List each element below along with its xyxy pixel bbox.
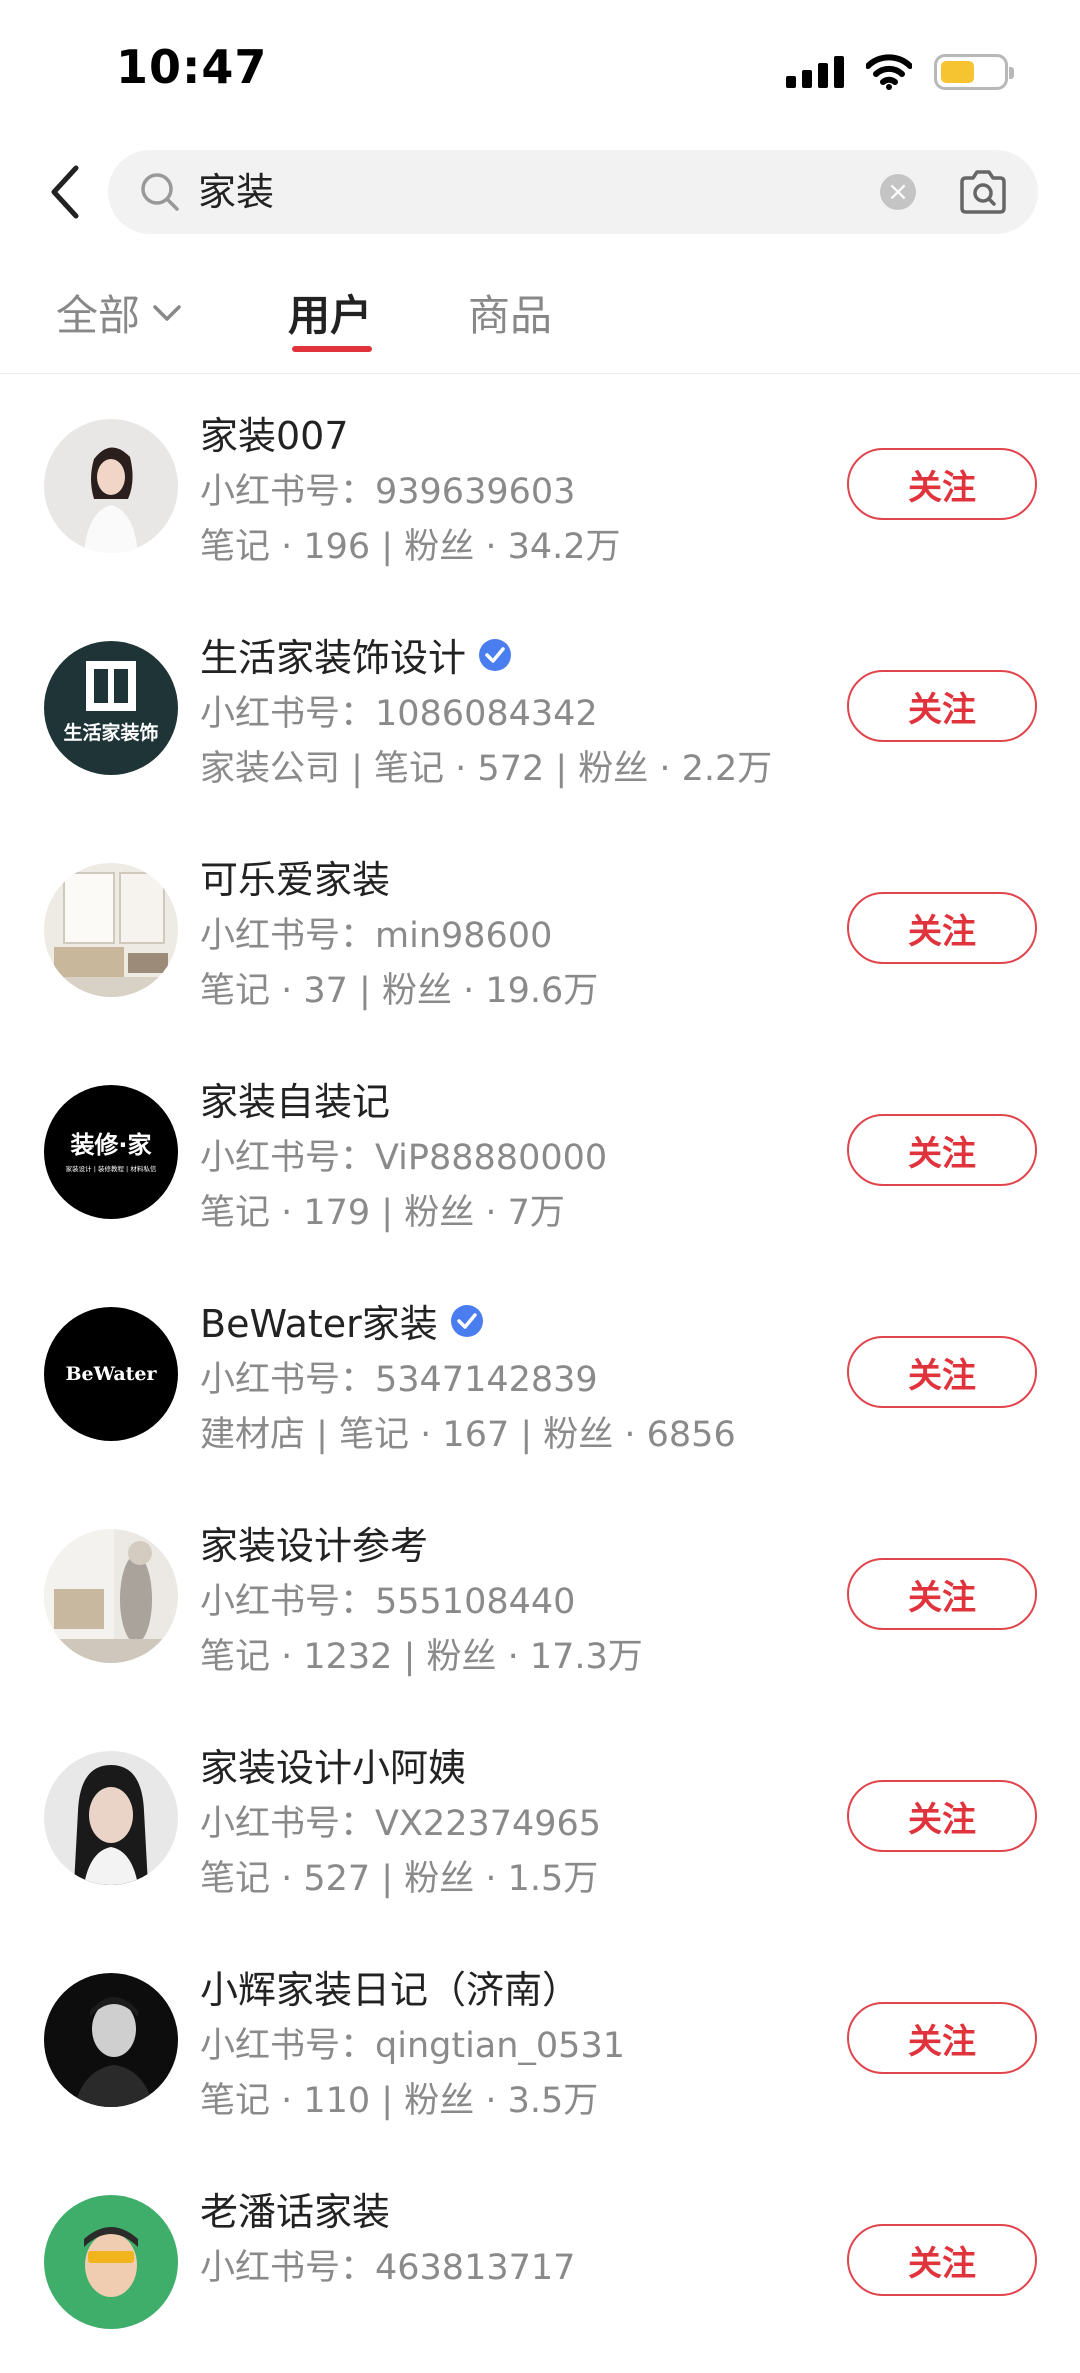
- avatar[interactable]: 装修·家 家装设计 | 装修教程 | 材料私信: [44, 1085, 178, 1219]
- avatar[interactable]: [44, 863, 178, 997]
- user-name-text: BeWater家装: [200, 1302, 438, 1346]
- camera-icon[interactable]: [958, 168, 1008, 216]
- search-header: 家装 ×: [0, 140, 1080, 242]
- avatar[interactable]: [44, 1973, 178, 2107]
- user-name: 生活家装饰设计: [200, 627, 512, 682]
- user-name: 家装自装记: [200, 1071, 390, 1126]
- user-id: 小红书号：939639603: [200, 472, 576, 512]
- tab-goods[interactable]: 商品: [468, 282, 552, 343]
- search-tabs: 全部 用户 商品: [0, 262, 1080, 374]
- user-id: 小红书号：qingtian_0531: [200, 2026, 625, 2066]
- list-item[interactable]: 家装007 小红书号：939639603 笔记 · 196 | 粉丝 · 34.…: [0, 375, 1080, 597]
- user-stats: 笔记 · 110 | 粉丝 · 3.5万: [200, 2081, 599, 2121]
- avatar-text: 装修·家: [70, 1131, 151, 1159]
- tab-users[interactable]: 用户: [288, 282, 372, 343]
- user-id: 小红书号：1086084342: [200, 694, 598, 734]
- active-tab-indicator: [292, 346, 372, 352]
- follow-button[interactable]: 关注: [847, 670, 1037, 742]
- user-stats: 笔记 · 1232 | 粉丝 · 17.3万: [200, 1637, 643, 1677]
- avatar-text: 生活家装饰: [63, 721, 158, 744]
- list-item[interactable]: 家装设计参考 小红书号：555108440 笔记 · 1232 | 粉丝 · 1…: [0, 1485, 1080, 1707]
- user-stats: 建材店 | 笔记 · 167 | 粉丝 · 6856: [200, 1415, 736, 1455]
- user-stats: 笔记 · 196 | 粉丝 · 34.2万: [200, 527, 621, 567]
- user-name-text: 生活家装饰设计: [200, 636, 467, 680]
- status-icons: [786, 50, 1014, 94]
- avatar[interactable]: [44, 2195, 178, 2329]
- user-id: 小红书号：463813717: [200, 2248, 576, 2288]
- status-bar: 10:47: [0, 0, 1080, 140]
- avatar-text: BeWater: [65, 1363, 157, 1385]
- verified-icon: [479, 638, 512, 671]
- user-name: 家装007: [200, 405, 349, 460]
- avatar-subtext: 家装设计 | 装修教程 | 材料私信: [66, 1164, 157, 1173]
- follow-button[interactable]: 关注: [847, 1780, 1037, 1852]
- verified-icon: [450, 1304, 483, 1337]
- tab-all[interactable]: 全部: [56, 282, 182, 343]
- user-name: 可乐爱家装: [200, 849, 390, 904]
- user-name: BeWater家装: [200, 1293, 484, 1348]
- follow-button[interactable]: 关注: [847, 448, 1037, 520]
- user-name-text: 老潘话家装: [200, 2190, 391, 2234]
- user-name-text: 家装自装记: [200, 1080, 391, 1124]
- follow-button[interactable]: 关注: [847, 1336, 1037, 1408]
- chevron-down-icon: [153, 304, 181, 321]
- list-item[interactable]: 可乐爱家装 小红书号：min98600 笔记 · 37 | 粉丝 · 19.6万…: [0, 819, 1080, 1041]
- avatar[interactable]: [44, 1751, 178, 1885]
- user-stats: 笔记 · 37 | 粉丝 · 19.6万: [200, 971, 599, 1011]
- avatar[interactable]: [44, 1529, 178, 1663]
- tab-all-label: 全部: [56, 291, 141, 340]
- user-stats: 笔记 · 179 | 粉丝 · 7万: [200, 1193, 565, 1233]
- user-name-text: 家装007: [200, 414, 349, 458]
- avatar[interactable]: [44, 419, 178, 553]
- user-id: 小红书号：min98600: [200, 916, 553, 956]
- user-id: 小红书号：5347142839: [200, 1360, 598, 1400]
- back-icon: [51, 165, 79, 219]
- user-id: 小红书号：555108440: [200, 1582, 576, 1622]
- follow-button[interactable]: 关注: [847, 1114, 1037, 1186]
- search-input[interactable]: 家装: [198, 150, 274, 234]
- follow-button[interactable]: 关注: [847, 892, 1037, 964]
- list-item[interactable]: 装修·家 家装设计 | 装修教程 | 材料私信 家装自装记 小红书号：ViP88…: [0, 1041, 1080, 1263]
- user-name-text: 小辉家装日记（济南）: [200, 1968, 581, 2012]
- user-name: 家装设计小阿姨: [200, 1737, 466, 1792]
- search-icon: [141, 173, 179, 211]
- wifi-icon: [866, 54, 912, 90]
- user-list: 家装007 小红书号：939639603 笔记 · 196 | 粉丝 · 34.…: [0, 375, 1080, 2373]
- user-name: 小辉家装日记（济南）: [200, 1959, 580, 2014]
- list-item[interactable]: 生活家装饰 生活家装饰设计 小红书号：1086084342 家装公司 | 笔记 …: [0, 597, 1080, 819]
- user-stats: 笔记 · 527 | 粉丝 · 1.5万: [200, 1859, 599, 1899]
- list-item[interactable]: BeWater BeWater家装 小红书号：5347142839 建材店 | …: [0, 1263, 1080, 1485]
- user-id: 小红书号：VX22374965: [200, 1804, 602, 1844]
- list-item[interactable]: 小辉家装日记（济南） 小红书号：qingtian_0531 笔记 · 110 |…: [0, 1929, 1080, 2151]
- user-name: 老潘话家装: [200, 2181, 390, 2236]
- user-name-text: 家装设计参考: [200, 1524, 429, 1568]
- user-name-text: 家装设计小阿姨: [200, 1746, 467, 1790]
- signal-icon: [786, 56, 844, 88]
- user-id: 小红书号：ViP88880000: [200, 1138, 608, 1178]
- back-button[interactable]: [40, 162, 90, 222]
- user-name-text: 可乐爱家装: [200, 858, 391, 902]
- user-stats: 家装公司 | 笔记 · 572 | 粉丝 · 2.2万: [200, 749, 773, 789]
- status-time: 10:47: [116, 40, 268, 94]
- list-item[interactable]: 老潘话家装 小红书号：463813717 关注: [0, 2151, 1080, 2373]
- avatar[interactable]: 生活家装饰: [44, 641, 178, 775]
- battery-icon: [934, 54, 1014, 90]
- follow-button[interactable]: 关注: [847, 2002, 1037, 2074]
- search-box[interactable]: 家装 ×: [108, 150, 1038, 234]
- follow-button[interactable]: 关注: [847, 2224, 1037, 2296]
- clear-icon[interactable]: ×: [880, 174, 916, 210]
- user-name: 家装设计参考: [200, 1515, 428, 1570]
- list-item[interactable]: 家装设计小阿姨 小红书号：VX22374965 笔记 · 527 | 粉丝 · …: [0, 1707, 1080, 1929]
- avatar[interactable]: BeWater: [44, 1307, 178, 1441]
- follow-button[interactable]: 关注: [847, 1558, 1037, 1630]
